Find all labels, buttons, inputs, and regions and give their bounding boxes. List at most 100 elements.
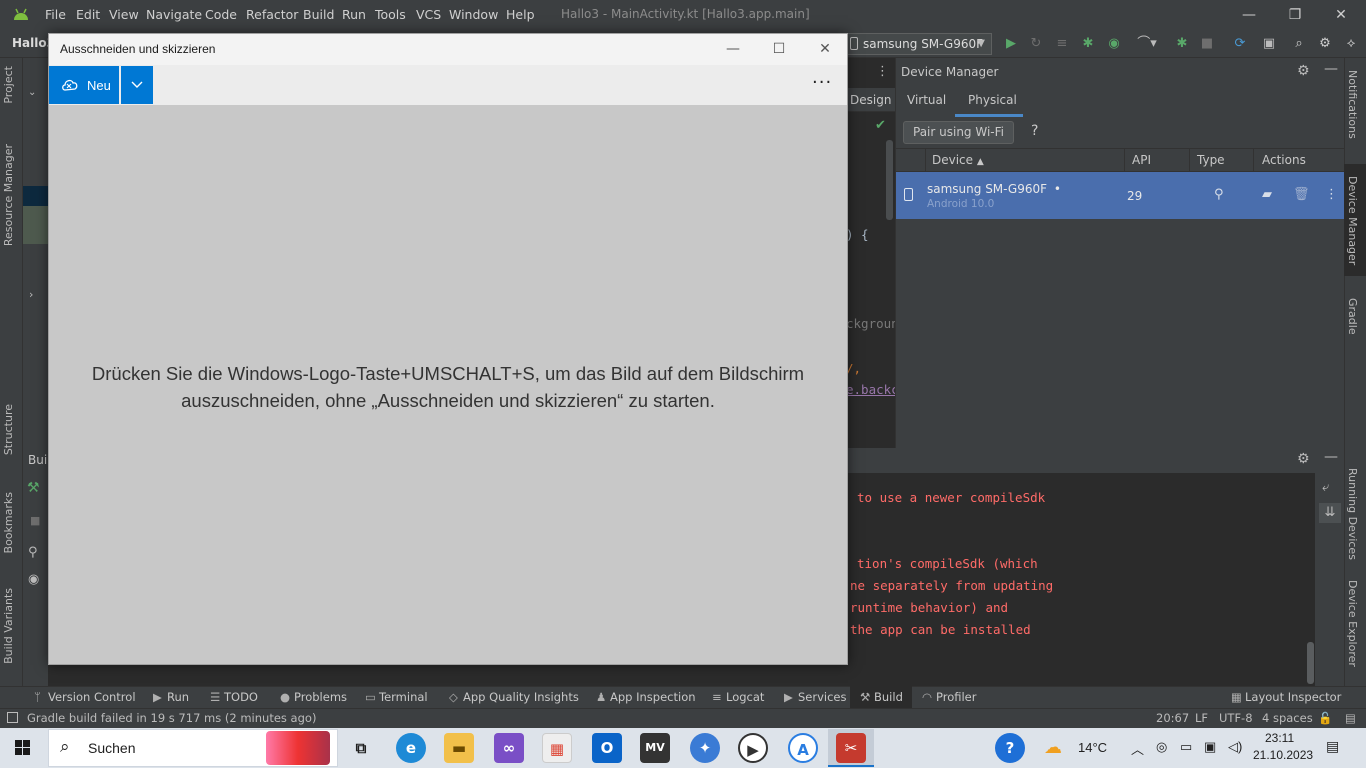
new-snip-dropdown[interactable]: [121, 66, 153, 104]
weather-icon[interactable]: ☁: [1044, 737, 1062, 758]
run-icon[interactable]: ▶: [1002, 35, 1020, 53]
tab-structure[interactable]: Structure: [2, 404, 15, 455]
pin-icon[interactable]: ⚲: [28, 545, 38, 560]
tool-build[interactable]: ⚒ Build: [860, 690, 903, 704]
open-folder-icon[interactable]: ▰: [1262, 187, 1272, 202]
menu-tools[interactable]: Tools: [375, 7, 406, 22]
app-icon[interactable]: ✦: [690, 733, 720, 763]
tab-bookmarks[interactable]: Bookmarks: [2, 492, 15, 553]
chevron-right-icon[interactable]: ›: [29, 288, 33, 301]
edge-icon[interactable]: e: [396, 733, 426, 763]
stop-icon[interactable]: ■: [30, 514, 40, 527]
menu-build[interactable]: Build: [303, 7, 334, 22]
tool-run[interactable]: ▶ Run: [153, 690, 189, 704]
snip-close-icon[interactable]: ✕: [802, 37, 848, 61]
help-icon[interactable]: ?: [995, 733, 1025, 763]
apply-changes-icon[interactable]: ↻: [1027, 35, 1045, 53]
tool-profiler[interactable]: ◠ Profiler: [922, 690, 977, 704]
task-view-icon[interactable]: ⧉: [346, 733, 376, 763]
apply-code-changes-icon[interactable]: ≡: [1053, 35, 1071, 53]
tab-device-manager[interactable]: Device Manager: [1346, 176, 1359, 265]
tool-todo[interactable]: ☰ TODO: [210, 690, 258, 704]
settings-gear-icon[interactable]: ⚙: [1316, 35, 1334, 53]
menu-edit[interactable]: Edit: [76, 7, 100, 22]
menu-navigate[interactable]: Navigate: [146, 7, 202, 22]
chevron-down-icon[interactable]: ⌄: [28, 87, 36, 98]
tool-logcat[interactable]: ≡ Logcat: [712, 690, 764, 704]
column-actions[interactable]: Actions: [1262, 153, 1306, 167]
menu-view[interactable]: View: [109, 7, 139, 22]
more-options-icon[interactable]: ⋮: [876, 64, 889, 79]
power-icon[interactable]: ▭: [1180, 739, 1192, 755]
notification-center-icon[interactable]: ▤: [1326, 738, 1339, 755]
tab-gradle[interactable]: Gradle: [1346, 298, 1359, 335]
new-snip-button[interactable]: Neu: [49, 66, 119, 104]
pair-wifi-button[interactable]: Pair using Wi-Fi: [903, 121, 1014, 144]
search-icon[interactable]: ⌕: [1290, 35, 1308, 53]
memory-indicator-icon[interactable]: ▤: [1345, 711, 1356, 725]
tab-project[interactable]: Project: [2, 66, 15, 104]
profile-icon[interactable]: ◉: [1105, 35, 1123, 53]
assistant-icon[interactable]: ⟡: [1342, 35, 1360, 53]
network-icon[interactable]: ▣: [1204, 739, 1216, 755]
media-player-icon[interactable]: ▶: [738, 733, 768, 763]
tool-services[interactable]: ▶ Services: [784, 690, 847, 704]
tab-virtual[interactable]: Virtual: [907, 93, 946, 107]
more-options-icon[interactable]: ···: [812, 72, 832, 93]
ide-restore-icon[interactable]: ❐: [1272, 3, 1318, 27]
snip-maximize-icon[interactable]: ☐: [756, 37, 802, 61]
hide-panel-icon[interactable]: —: [1324, 449, 1338, 465]
tab-build-variants[interactable]: Build Variants: [2, 588, 15, 664]
soft-wrap-icon[interactable]: ⤶: [1322, 480, 1329, 495]
hammer-icon[interactable]: ⚒: [27, 480, 40, 496]
file-encoding[interactable]: UTF-8: [1219, 711, 1253, 725]
sync-gradle-icon[interactable]: ⟳: [1231, 35, 1249, 53]
tool-problems[interactable]: ● Problems: [280, 690, 347, 704]
clock-date[interactable]: 21.10.2023: [1253, 748, 1313, 762]
more-actions-icon[interactable]: ⋮: [1325, 187, 1338, 202]
outlook-icon[interactable]: O: [592, 733, 622, 763]
hide-panel-icon[interactable]: —: [1324, 61, 1338, 77]
help-icon[interactable]: ?: [1031, 123, 1038, 139]
menu-refactor[interactable]: Refactor: [246, 7, 298, 22]
editor-scrollbar[interactable]: [886, 140, 893, 220]
scroll-to-end-icon[interactable]: ⇊: [1319, 503, 1341, 523]
tool-terminal[interactable]: ▭ Terminal: [365, 690, 428, 704]
line-separator[interactable]: LF: [1195, 711, 1208, 725]
tool-app-quality-insights[interactable]: ◇ App Quality Insights: [449, 690, 579, 704]
weather-temperature[interactable]: 14°C: [1078, 740, 1107, 755]
delete-icon[interactable]: 🗑: [1293, 187, 1310, 202]
settings-gear-icon[interactable]: ⚙: [1297, 451, 1310, 467]
stop-icon[interactable]: ■: [1198, 35, 1216, 53]
tab-running-devices[interactable]: Running Devices: [1346, 468, 1359, 560]
snip-minimize-icon[interactable]: —: [710, 37, 756, 61]
build-log-scrollbar[interactable]: [1307, 642, 1314, 684]
visual-studio-icon[interactable]: ∞: [494, 733, 524, 763]
column-api[interactable]: API: [1132, 153, 1151, 167]
status-window-icon[interactable]: [7, 712, 18, 723]
project-tree-selection[interactable]: [23, 186, 48, 206]
file-explorer-icon[interactable]: ▬: [444, 733, 474, 763]
caret-position[interactable]: 20:67: [1156, 711, 1189, 725]
snipping-tool-icon[interactable]: ✂: [836, 733, 866, 763]
chevron-up-icon[interactable]: ︿: [1131, 739, 1144, 758]
app-a-icon[interactable]: A: [788, 733, 818, 763]
project-tree-highlight[interactable]: [23, 206, 48, 244]
tab-physical[interactable]: Physical: [968, 93, 1017, 107]
column-type[interactable]: Type: [1197, 153, 1225, 167]
ide-minimize-icon[interactable]: —: [1226, 3, 1272, 27]
menu-code[interactable]: Code: [205, 7, 237, 22]
column-device[interactable]: Device ▲: [932, 153, 984, 167]
attach-debugger-icon[interactable]: ⌒▾: [1132, 35, 1162, 53]
menu-window[interactable]: Window: [449, 7, 498, 22]
movie-maker-icon[interactable]: MV: [640, 733, 670, 763]
lock-icon[interactable]: 🔓: [1318, 711, 1332, 725]
clock-time[interactable]: 23:11: [1265, 731, 1294, 745]
tool-app-inspection[interactable]: ♟ App Inspection: [596, 690, 696, 704]
device-selector[interactable]: samsung SM-G960F ▼: [846, 33, 992, 55]
indent-setting[interactable]: 4 spaces: [1262, 711, 1313, 725]
tool-layout-inspector[interactable]: ▦ Layout Inspector: [1231, 690, 1341, 704]
design-tab[interactable]: Design: [850, 93, 891, 107]
sdk-manager-icon[interactable]: ▣: [1260, 35, 1278, 53]
tab-notifications[interactable]: Notifications: [1346, 70, 1359, 139]
